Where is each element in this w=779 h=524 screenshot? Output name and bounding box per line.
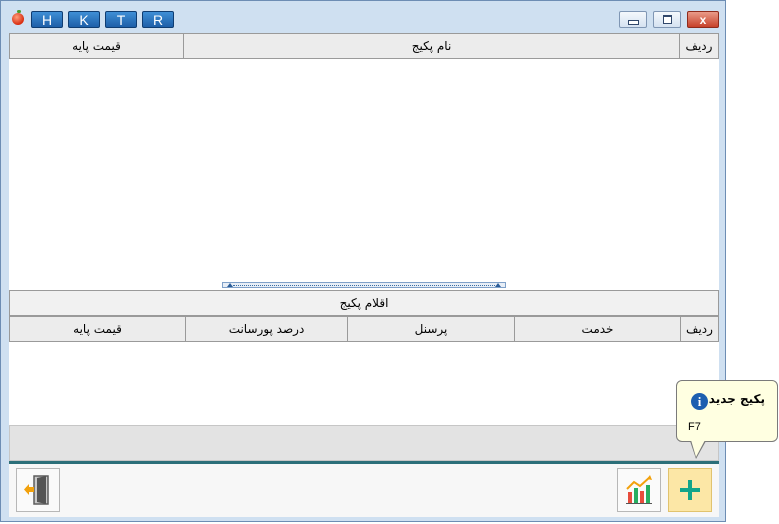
packages-col-base-price[interactable]: قیمت پایه: [10, 34, 183, 58]
report-button[interactable]: [617, 468, 661, 512]
package-window: H K T R x قیمت پایه نام پکیج ردیف اقلام …: [0, 0, 726, 522]
add-package-button[interactable]: [668, 468, 712, 512]
summary-bar: [9, 425, 719, 461]
info-icon: i: [691, 393, 708, 410]
tooltip-pointer-fill: [691, 440, 705, 457]
packages-grid-body[interactable]: [9, 59, 719, 281]
client-area: قیمت پایه نام پکیج ردیف اقلام پکیج قیمت …: [9, 33, 719, 517]
packages-grid-header: قیمت پایه نام پکیج ردیف: [9, 33, 719, 59]
minimize-button[interactable]: [619, 11, 647, 28]
chart-icon: [626, 475, 652, 504]
items-col-service[interactable]: خدمت: [514, 317, 680, 341]
items-group-title: اقلام پکیج: [9, 290, 719, 316]
app-icon: [12, 10, 24, 25]
shortcut-button-h[interactable]: H: [31, 11, 63, 28]
maximize-button[interactable]: [653, 11, 681, 28]
items-col-row[interactable]: ردیف: [680, 317, 718, 341]
close-button[interactable]: x: [687, 11, 719, 28]
items-col-commission[interactable]: درصد پورسانت: [185, 317, 347, 341]
close-icon: x: [699, 12, 707, 27]
minimize-icon: [627, 19, 639, 25]
exit-door-icon: [24, 475, 49, 505]
items-col-base-price[interactable]: قیمت پایه: [10, 317, 185, 341]
items-grid-body[interactable]: [9, 342, 719, 425]
items-grid-header: قیمت پایه درصد پورسانت پرسنل خدمت ردیف: [9, 316, 719, 342]
exit-button[interactable]: [16, 468, 60, 512]
splitter-grip: [233, 285, 495, 286]
shortcut-button-t[interactable]: T: [105, 11, 137, 28]
packages-col-name[interactable]: نام پکیج: [183, 34, 679, 58]
splitter-handle[interactable]: [222, 282, 506, 288]
bottom-toolbar: [9, 464, 719, 517]
packages-col-row[interactable]: ردیف: [679, 34, 718, 58]
shortcut-button-r[interactable]: R: [142, 11, 174, 28]
tooltip-shortcut: F7: [688, 421, 701, 433]
title-bar: H K T R x: [1, 1, 725, 31]
tooltip-title: پکیج جدید: [708, 392, 765, 406]
maximize-icon: [662, 15, 672, 24]
splitter-up-arrow-icon: [495, 283, 501, 287]
plus-icon: [680, 480, 700, 500]
shortcut-button-k[interactable]: K: [68, 11, 100, 28]
items-col-personnel[interactable]: پرسنل: [347, 317, 514, 341]
add-package-tooltip: i پکیج جدید F7: [676, 380, 778, 442]
